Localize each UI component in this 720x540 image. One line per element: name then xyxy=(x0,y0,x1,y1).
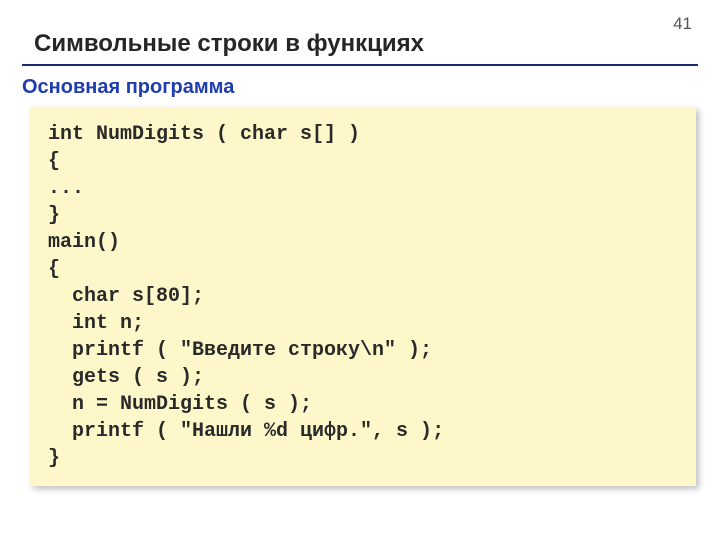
section-subtitle: Основная программа xyxy=(0,76,720,105)
title-underline xyxy=(22,64,698,66)
slide-title: Символьные строки в функциях xyxy=(0,0,720,64)
page-number: 41 xyxy=(673,14,692,34)
code-box: int NumDigits ( char s[] ) { ... } main(… xyxy=(30,107,696,486)
code-content: int NumDigits ( char s[] ) { ... } main(… xyxy=(48,121,678,472)
